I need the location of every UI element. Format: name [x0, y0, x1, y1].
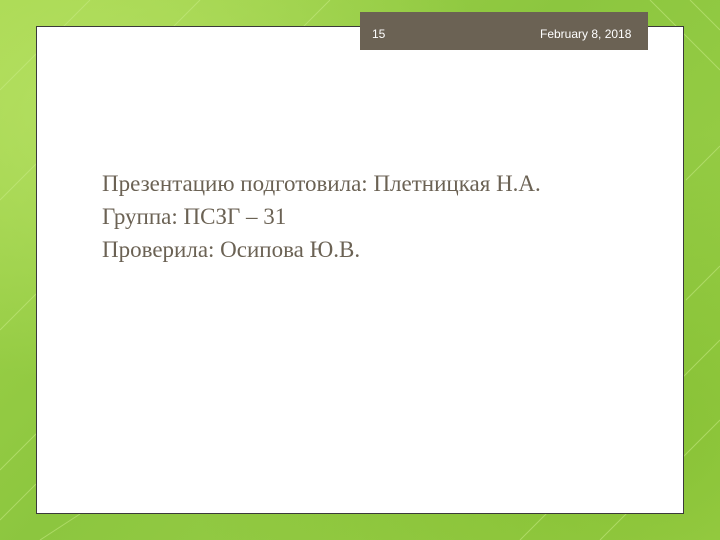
- text-line-group: Группа: ПСЗГ – 31: [102, 204, 287, 229]
- slide-date: February 8, 2018: [540, 27, 632, 41]
- slide-body-text: Презентацию подготовила: Плетницкая Н.А.…: [102, 167, 662, 266]
- slide-number: 15: [372, 27, 386, 41]
- text-line-reviewer: Проверила: Осипова Ю.В.: [102, 237, 361, 262]
- slide-content-area: [36, 26, 684, 514]
- text-line-author: Презентацию подготовила: Плетницкая Н.А.: [102, 171, 541, 196]
